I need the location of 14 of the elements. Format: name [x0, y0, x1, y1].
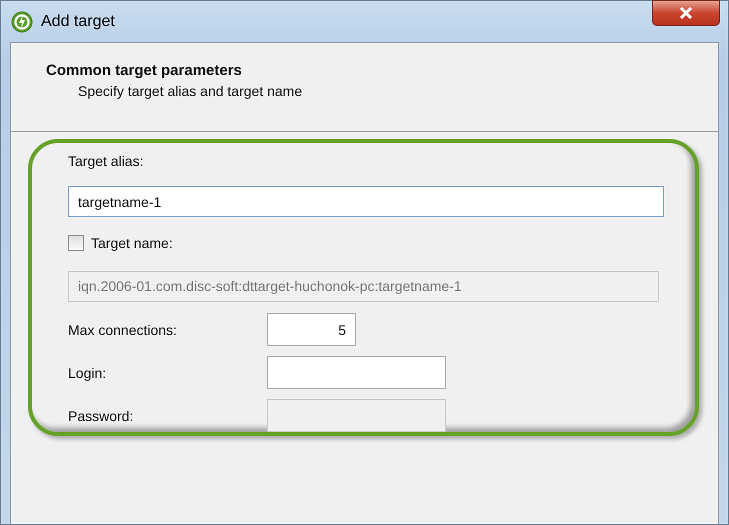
close-icon	[679, 7, 693, 19]
checkbox-label: Target name:	[91, 234, 173, 250]
alias-field[interactable]: targetname-1	[68, 186, 664, 218]
field-label: Target alias:	[68, 152, 144, 171]
window-title: Add target	[41, 12, 115, 30]
field-label: Max connections:	[68, 322, 178, 338]
section-subtitle: Specify target alias and target name	[78, 83, 304, 99]
close-button[interactable]	[652, 0, 720, 26]
field-label: Login:	[68, 364, 108, 380]
number-field[interactable]: 5	[267, 313, 356, 346]
section-title: Common target parameters	[46, 62, 243, 79]
input-field[interactable]	[267, 356, 446, 389]
app-icon	[11, 10, 33, 32]
field-label: Password:	[68, 408, 134, 424]
